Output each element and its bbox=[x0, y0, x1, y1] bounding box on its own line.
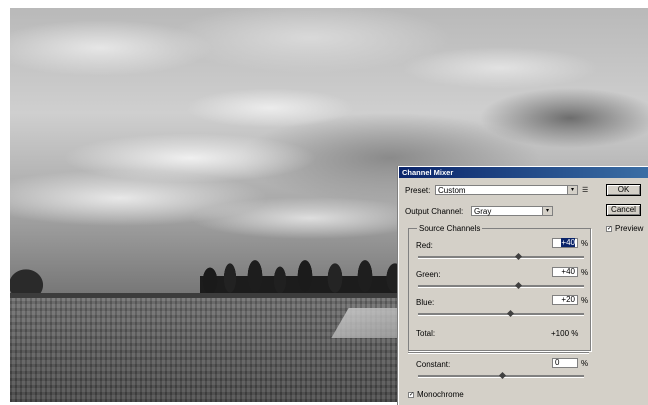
constant-percent: % bbox=[581, 359, 589, 368]
red-label: Red: bbox=[416, 241, 433, 250]
constant-value-input[interactable]: 0 bbox=[552, 358, 578, 368]
blue-value-input[interactable]: +20 bbox=[552, 295, 578, 305]
dialog-title[interactable]: Channel Mixer bbox=[399, 167, 648, 178]
green-value-input[interactable]: +40 bbox=[552, 267, 578, 277]
preset-select[interactable]: Custom ▾ bbox=[435, 185, 578, 195]
red-slider-track[interactable] bbox=[418, 256, 584, 259]
preview-label[interactable]: Preview bbox=[615, 224, 643, 233]
preset-value: Custom bbox=[438, 186, 466, 195]
output-channel-label: Output Channel: bbox=[405, 207, 464, 216]
green-label: Green: bbox=[416, 270, 441, 279]
blue-percent: % bbox=[581, 296, 589, 305]
red-value-input[interactable]: +40 bbox=[552, 238, 578, 248]
ok-button[interactable]: OK bbox=[606, 184, 641, 196]
options-menu-icon[interactable]: ☰ bbox=[582, 186, 588, 194]
chevron-down-icon[interactable]: ▾ bbox=[542, 207, 552, 215]
output-channel-select[interactable]: Gray ▾ bbox=[471, 206, 553, 216]
preview-checkbox[interactable]: ✓ bbox=[606, 226, 612, 232]
constant-label: Constant: bbox=[416, 360, 451, 369]
green-slider-track[interactable] bbox=[418, 285, 584, 288]
source-channels-title: Source Channels bbox=[417, 224, 483, 233]
green-value: +40 bbox=[561, 267, 575, 276]
red-percent: % bbox=[581, 239, 589, 248]
channel-mixer-dialog: Channel Mixer Preset: Custom ▾ ☰ Output … bbox=[398, 166, 648, 405]
total-label: Total: bbox=[416, 329, 436, 338]
output-channel-value: Gray bbox=[474, 207, 492, 216]
monochrome-checkbox[interactable]: ✓ bbox=[408, 392, 414, 398]
total-value: +100 % bbox=[551, 329, 579, 338]
chevron-down-icon[interactable]: ▾ bbox=[567, 186, 577, 194]
blue-slider-track[interactable] bbox=[418, 313, 584, 316]
green-percent: % bbox=[581, 268, 589, 277]
divider bbox=[408, 352, 589, 354]
constant-value: 0 bbox=[555, 358, 560, 367]
cancel-button[interactable]: Cancel bbox=[606, 204, 641, 216]
blue-value: +20 bbox=[561, 295, 575, 304]
red-value: +40 bbox=[561, 238, 575, 247]
blue-label: Blue: bbox=[416, 298, 435, 307]
preset-label: Preset: bbox=[405, 186, 431, 195]
monochrome-label[interactable]: Monochrome bbox=[417, 390, 464, 399]
